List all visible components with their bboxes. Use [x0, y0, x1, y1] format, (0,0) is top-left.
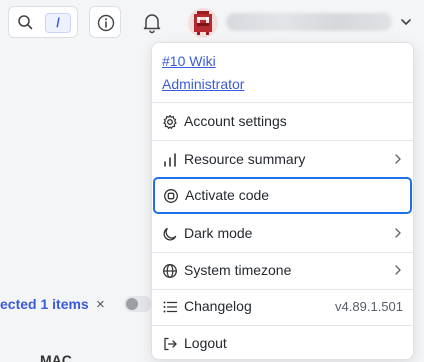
menu-item-label: Changelog [184, 298, 252, 314]
menu-item-label: Logout [184, 335, 227, 351]
toggle-switch[interactable] [124, 296, 152, 312]
search-icon [18, 15, 33, 30]
selected-count-text: ected 1 items [0, 296, 89, 312]
bell-icon[interactable] [140, 10, 164, 34]
chevron-down-icon[interactable] [400, 16, 412, 28]
menu-item-label: Activate code [185, 187, 270, 203]
menu-item-logout[interactable]: Logout [152, 325, 413, 362]
search-button[interactable]: / [8, 6, 78, 38]
menu-item-changelog[interactable]: Changelog v4.89.1.501 [152, 288, 413, 325]
role-link[interactable]: Administrator [162, 76, 244, 92]
top-toolbar: / [0, 0, 424, 44]
menu-header: #10 Wiki Administrator [152, 43, 413, 103]
menu-item-label: Resource summary [184, 151, 306, 167]
menu-item-system-timezone[interactable]: System timezone [152, 252, 413, 289]
activate-code-icon [164, 189, 178, 203]
moon-icon [163, 227, 177, 241]
menu-item-label: Account settings [184, 113, 287, 129]
avatar[interactable] [188, 8, 218, 38]
chevron-right-icon [395, 228, 401, 238]
user-name-redacted[interactable] [226, 13, 392, 31]
globe-icon [163, 264, 177, 278]
user-dropdown-menu: #10 Wiki Administrator Account settings … [151, 42, 414, 360]
menu-item-activate-code[interactable]: Activate code [153, 177, 412, 214]
site-link[interactable]: #10 Wiki [162, 53, 216, 69]
menu-item-account-settings[interactable]: Account settings [152, 103, 413, 140]
menu-item-dark-mode[interactable]: Dark mode [152, 215, 413, 252]
list-icon [163, 301, 178, 313]
column-header-mac: MAC [40, 352, 72, 362]
bar-chart-icon [164, 153, 176, 167]
clear-selection-icon[interactable]: × [96, 296, 105, 313]
version-label: v4.89.1.501 [335, 299, 403, 314]
logout-icon [164, 337, 177, 351]
menu-item-resource-summary[interactable]: Resource summary [152, 141, 413, 178]
gear-icon [163, 114, 177, 129]
chevron-right-icon [395, 154, 401, 164]
info-button[interactable] [89, 6, 121, 38]
chevron-right-icon [395, 265, 401, 275]
info-icon [97, 14, 115, 32]
menu-item-label: Dark mode [184, 225, 253, 241]
menu-item-label: System timezone [184, 262, 292, 278]
search-shortcut-key: / [45, 13, 71, 33]
